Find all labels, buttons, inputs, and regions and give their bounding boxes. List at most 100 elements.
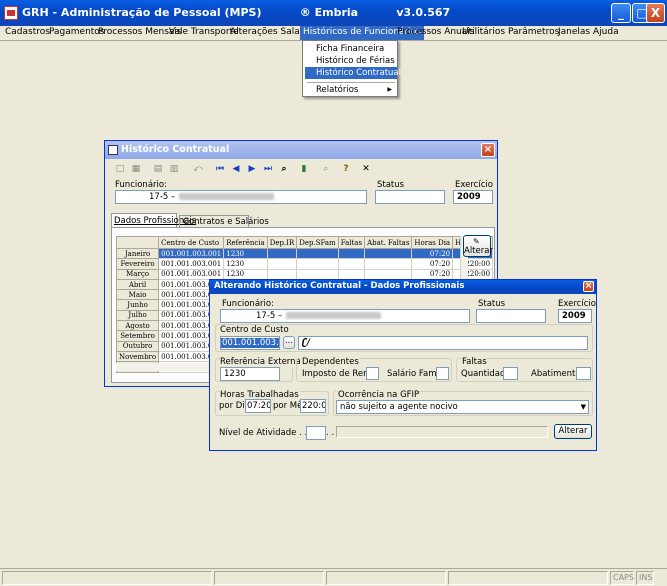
cell-horas-dia[interactable]: 07:20 — [411, 268, 454, 280]
menu-janelas[interactable]: Janelas — [558, 26, 590, 40]
historico-title-bar: Histórico Contratual × — [105, 141, 497, 159]
cell-dep-sfam[interactable] — [296, 258, 339, 270]
dlg-exercicio-field[interactable]: 2009 — [558, 309, 592, 323]
row-month[interactable]: Novembro — [115, 350, 160, 363]
cell-referencia[interactable]: 1230 — [223, 268, 268, 280]
menu-parametros[interactable]: Parâmetros — [508, 26, 559, 40]
paste-icon[interactable]: ▥ — [167, 162, 181, 176]
close-button[interactable]: X — [646, 3, 665, 23]
next-record-icon[interactable]: ▶ — [245, 162, 259, 176]
help-icon[interactable]: ? — [339, 162, 353, 176]
save-icon[interactable]: ▦ — [129, 162, 143, 176]
centro-custo-field[interactable]: 001.001.003.001 — [220, 336, 280, 350]
menu-item-ficha-financeira[interactable]: Ficha Financeira — [305, 43, 397, 55]
abatimentos-field[interactable] — [576, 367, 591, 380]
status-field[interactable] — [375, 190, 445, 204]
imposto-renda-field[interactable] — [366, 367, 379, 380]
cell-horas-mes[interactable]: 220:00 — [452, 258, 494, 270]
col-referencia[interactable]: Referência — [223, 236, 268, 249]
menu-cadastros[interactable]: Cadastros — [5, 26, 50, 40]
dlg-status-field[interactable] — [476, 309, 546, 323]
cell-abat-faltas[interactable] — [364, 247, 413, 260]
menu-utilitarios[interactable]: Utilitários — [462, 26, 505, 40]
col-centro-custo[interactable]: Centro de Custo — [158, 236, 225, 249]
menu-ajuda[interactable]: Ajuda — [593, 26, 619, 40]
menu-pagamentos[interactable]: Pagamentos — [49, 26, 105, 40]
cell-dep-ir[interactable] — [266, 268, 298, 280]
cell-horas-mes[interactable]: 220:00 — [452, 268, 494, 280]
por-mes-field[interactable]: 220:00 — [300, 399, 326, 413]
minimize-button[interactable]: _ — [611, 3, 631, 23]
row-month[interactable]: Janeiro — [115, 247, 160, 260]
row-month[interactable]: Abril — [115, 278, 160, 291]
copy-icon[interactable]: ▤ — [151, 162, 165, 176]
cell-faltas[interactable] — [337, 247, 366, 260]
cell-referencia[interactable]: 1230 — [223, 258, 268, 270]
row-month[interactable]: Junho — [115, 299, 160, 311]
tab-dados-profissionais[interactable]: Dados Profissionais — [111, 213, 196, 227]
col-abat-faltas[interactable]: Abat. Faltas — [364, 236, 413, 249]
row-month[interactable]: Fevereiro — [115, 258, 160, 270]
row-month[interactable]: Agosto — [115, 320, 160, 332]
salario-familia-field[interactable] — [436, 367, 449, 380]
search-icon[interactable]: ⌕ — [319, 162, 333, 176]
undo-icon[interactable]: ⤺ — [191, 162, 205, 176]
cell-dep-ir[interactable] — [266, 247, 298, 260]
cell-horas-dia[interactable]: 07:20 — [411, 258, 454, 270]
cell-centro-custo[interactable]: 001.001.003.001 — [158, 268, 225, 280]
gfip-select[interactable]: não sujeito a agente nocivo ▼ — [336, 400, 589, 414]
menu-item-historico-ferias[interactable]: Histórico de Férias — [305, 55, 397, 67]
row-month[interactable]: Julho — [115, 309, 160, 322]
table-row[interactable]: Janeiro001.001.003.001123007:20220:00 — [115, 247, 494, 260]
cell-dep-sfam[interactable] — [296, 247, 339, 260]
referencia-field[interactable]: 1230 — [220, 367, 280, 381]
col-dep-sfam[interactable]: Dep.SFam — [296, 236, 339, 249]
cell-dep-ir[interactable] — [266, 258, 298, 270]
cell-dep-sfam[interactable] — [296, 268, 339, 280]
table-row[interactable]: Março 001.001.003.001 1230 07:20 220:00 — [115, 268, 494, 280]
app-logo-icon — [4, 6, 18, 20]
table-row[interactable]: Fevereiro 001.001.003.001 1230 07:20 220:00 — [115, 258, 494, 270]
book-icon[interactable]: ▮ — [297, 162, 311, 176]
cell-centro-custo[interactable]: 001.001.003.001 — [158, 258, 225, 270]
cell-horas-dia[interactable]: 07:20 — [411, 247, 454, 260]
por-dia-field[interactable]: 07:20 — [245, 399, 271, 413]
nivel-atividade-field[interactable] — [306, 426, 326, 440]
cell-abat-faltas[interactable] — [364, 268, 413, 280]
row-month[interactable]: Março — [115, 268, 160, 280]
first-record-icon[interactable]: ⏮ — [213, 162, 227, 176]
menu-item-historico-contratual[interactable]: Histórico Contratual — [305, 67, 401, 79]
row-month[interactable]: Setembro — [115, 330, 160, 342]
grid-header-row: Centro de Custo Referência Dep.IR Dep.SF… — [115, 236, 494, 249]
menu-item-relatorios[interactable]: Relatórios ▶ — [305, 84, 397, 96]
exercicio-field[interactable]: 2009 — [453, 190, 493, 204]
row-month[interactable]: Outubro — [115, 340, 160, 352]
cell-referencia[interactable]: 1230 — [223, 247, 268, 260]
cell-centro-custo[interactable]: 001.001.003.001 — [158, 247, 225, 260]
prev-record-icon[interactable]: ◀ — [229, 162, 243, 176]
tab-contratos-salarios[interactable]: Contratos e Salários — [179, 215, 269, 227]
cell-abat-faltas[interactable] — [364, 258, 413, 270]
col-faltas[interactable]: Faltas — [337, 236, 366, 249]
last-record-icon[interactable]: ⏭ — [261, 162, 275, 176]
cell-faltas[interactable] — [337, 268, 366, 280]
alterar-button[interactable]: Alterar — [554, 424, 592, 439]
dlg-funcionario-field[interactable]: 17-5 – — [220, 309, 470, 323]
dlg-funcionario-label: Funcionário: — [222, 299, 274, 309]
binoculars-icon[interactable]: ⌕ — [277, 162, 291, 176]
alterar-button-grid[interactable]: ✎ Alterar — [463, 235, 493, 257]
redacted-name — [286, 312, 382, 319]
submenu-arrow-icon: ▶ — [387, 86, 392, 93]
dialog-close-button[interactable]: × — [583, 281, 594, 292]
col-dep-ir[interactable]: Dep.IR — [266, 236, 298, 249]
col-horas-dia[interactable]: Horas Dia — [411, 236, 454, 249]
new-icon[interactable]: □ — [113, 162, 127, 176]
row-month[interactable]: Maio — [115, 289, 160, 301]
quantidade-field[interactable] — [503, 367, 518, 380]
historico-close-button[interactable]: × — [481, 143, 495, 157]
funcionario-field[interactable]: 17-5 – — [115, 190, 367, 204]
cancel-icon[interactable]: ✕ — [359, 162, 373, 176]
cell-faltas[interactable] — [337, 258, 366, 270]
menu-vale-transporte[interactable]: Vale Transporte — [169, 26, 239, 40]
centro-custo-lookup-button[interactable]: ... — [283, 336, 295, 349]
